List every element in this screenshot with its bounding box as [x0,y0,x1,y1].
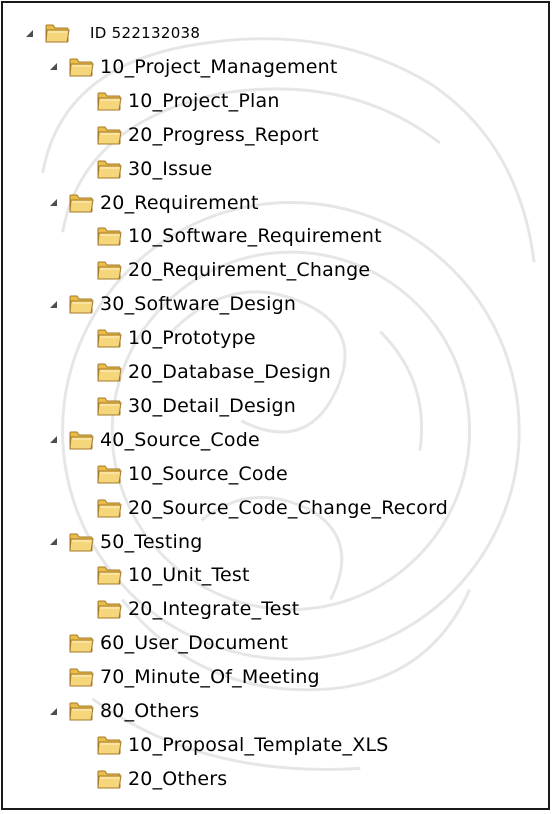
folder-icon [96,158,122,180]
folder-icon [68,429,94,451]
folder-icon [96,90,122,112]
folder-icon [68,192,94,214]
tree-item-label: 30_Issue [128,157,213,180]
folder-icon [96,564,122,586]
tree-item[interactable]: 20_Database_Design [96,355,331,389]
tree-item-label: 20_Progress_Report [128,123,319,146]
folder-icon [68,632,94,654]
tree-item-label: 20_Database_Design [128,361,332,383]
triangle-down-expanded-icon[interactable] [47,536,59,548]
tree-item[interactable]: ID 522132038 [23,16,200,50]
folder-tree: ID 522132038 10_Project_Management 10_Proj… [3,3,548,808]
triangle-down-expanded-icon[interactable] [47,61,59,73]
tree-item[interactable]: 20_Requirement [47,186,259,220]
folder-icon [68,531,94,553]
tree-item[interactable]: 30_Detail_Design [96,389,296,423]
tree-item-label: 20_Source_Code_Change_Record [128,496,449,519]
tree-item-label: 30_Detail_Design [128,394,296,417]
folder-icon [44,22,70,44]
tree-item-label: 40_Source_Code [100,428,260,451]
tree-item-label: 10_Source_Code [128,462,288,485]
tree-item[interactable]: 20_Source_Code_Change_Record [96,491,448,525]
tree-item[interactable]: 10_Source_Code [96,457,288,491]
tree-item[interactable]: 10_Prototype [96,321,256,355]
tree-item[interactable]: 40_Source_Code [47,423,260,457]
tree-item-label: 20_Requirement [100,191,259,214]
folder-icon [68,700,94,722]
tree-item[interactable]: 10_Proposal_Template_XLS [96,728,388,762]
triangle-down-expanded-icon[interactable] [47,434,59,446]
folder-icon [96,734,122,756]
folder-icon [68,56,94,78]
folder-icon [96,327,122,349]
folder-icon [96,124,122,146]
tree-item-label: 60_User_Document [100,632,289,655]
folder-icon [96,463,122,485]
folder-icon [96,361,122,383]
tree-item[interactable]: 20_Integrate_Test [96,592,299,626]
tree-item[interactable]: 10_Project_Plan [96,84,280,118]
tree-item[interactable]: 10_Project_Management [47,50,338,84]
tree-item[interactable]: 50_Testing [47,525,202,559]
folder-icon [96,225,122,247]
tree-item[interactable]: 60_User_Document [47,626,288,660]
tree-item[interactable]: 80_Others [47,694,199,728]
tree-item[interactable]: 20_Progress_Report [96,118,319,152]
folder-icon [68,293,94,315]
triangle-down-expanded-icon[interactable] [47,705,59,717]
folder-icon [96,598,122,620]
tree-item-label: ID 522132038 [90,24,201,42]
tree-item[interactable]: 70_Minute_Of_Meeting [47,660,320,694]
tree-item-label: 10_Project_Plan [128,89,280,112]
tree-item-label: 20_Integrate_Test [128,598,300,621]
folder-icon [96,497,122,519]
tree-item-label: 20_Others [128,767,228,790]
triangle-down-expanded-icon[interactable] [47,197,59,209]
tree-item-label: 30_Software_Design [100,293,297,316]
tree-item[interactable]: 30_Software_Design [47,287,296,321]
folder-icon [96,395,122,417]
tree-item-label: 10_Prototype [128,327,256,350]
tree-item-label: 50_Testing [100,530,203,553]
triangle-down-expanded-icon[interactable] [47,298,59,310]
folder-icon [96,259,122,281]
triangle-down-expanded-icon[interactable] [23,27,35,39]
tree-item-label: 10_Proposal_Template_XLS [128,733,389,756]
tree-item-label: 10_Software_Requirement [128,225,382,248]
folder-icon [68,666,94,688]
tree-item[interactable]: 30_Issue [96,152,212,186]
tree-item[interactable]: 20_Others [96,762,227,796]
folder-icon [96,768,122,790]
folder-tree-panel: ID 522132038 10_Project_Management 10_Proj… [1,1,550,810]
tree-item[interactable]: 20_Requirement_Change [96,253,370,287]
tree-item-label: 10_Project_Management [100,55,338,78]
tree-item-label: 10_Unit_Test [128,564,250,587]
tree-item-label: 20_Requirement_Change [128,259,371,282]
tree-item[interactable]: 10_Software_Requirement [96,219,382,253]
tree-item-label: 80_Others [100,700,200,722]
tree-item[interactable]: 10_Unit_Test [96,558,250,592]
tree-item-label: 70_Minute_Of_Meeting [100,666,320,689]
